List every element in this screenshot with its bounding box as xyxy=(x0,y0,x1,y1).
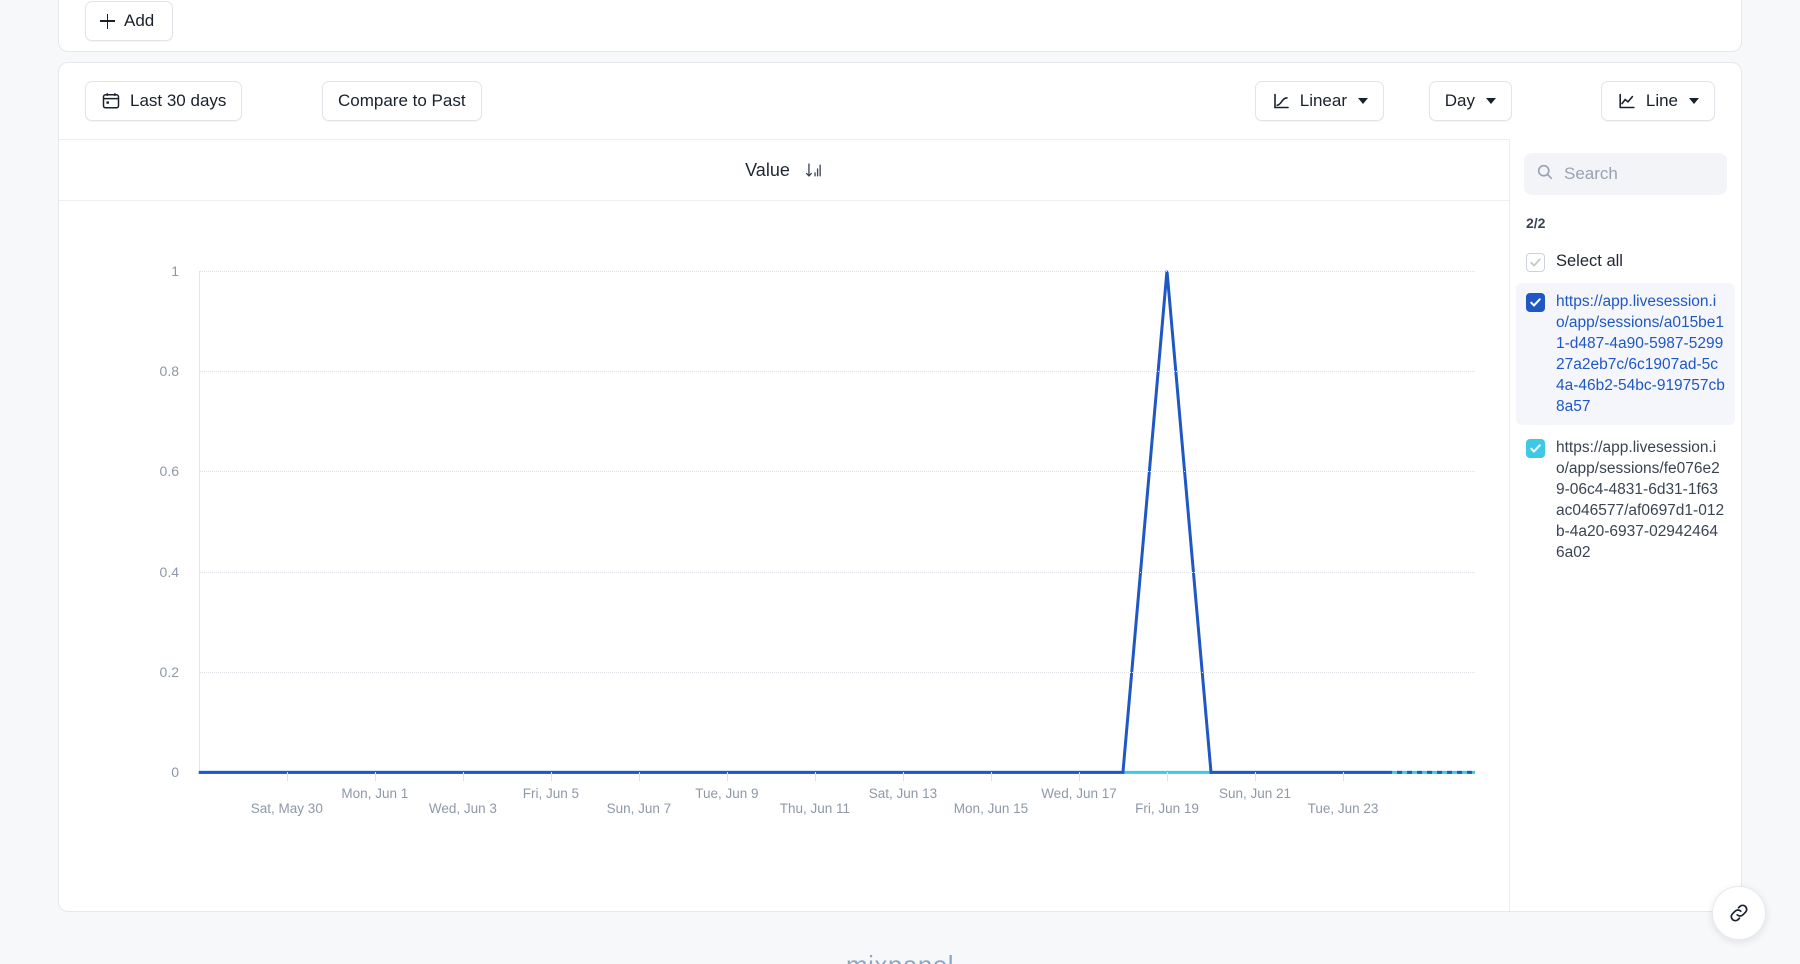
chart-type-label: Line xyxy=(1645,91,1678,110)
x-axis-tick-label: Sun, Jun 7 xyxy=(606,801,672,817)
x-axis-tick-mark xyxy=(1343,772,1345,782)
scale-label: Linear xyxy=(1299,91,1347,110)
legend-item-0[interactable]: https://app.livesession.io/app/sessions/… xyxy=(1516,283,1735,425)
x-axis-tick-mark xyxy=(286,772,288,782)
x-axis-tick-mark xyxy=(990,772,992,782)
scale-dropdown-button[interactable]: Linear xyxy=(1254,81,1384,121)
legend-panel: 2/2 Select all https://app.livesession.i… xyxy=(1509,139,1741,911)
x-axis-tick-mark xyxy=(550,772,552,782)
x-axis-tick-mark xyxy=(1166,772,1168,782)
x-axis-tick-label: Mon, Jun 15 xyxy=(953,801,1029,817)
add-button[interactable]: Add xyxy=(85,1,174,41)
x-axis-tick-mark xyxy=(462,772,464,782)
chart-type-dropdown-button[interactable]: Line xyxy=(1600,81,1715,121)
legend-search-box[interactable] xyxy=(1524,153,1727,195)
x-axis-tick-mark xyxy=(374,772,376,782)
line-chart-icon xyxy=(1617,91,1637,111)
compare-to-past-label: Compare to Past xyxy=(338,91,466,110)
x-axis-tick-mark xyxy=(1078,772,1080,782)
legend-item-1-label: https://app.livesession.io/app/sessions/… xyxy=(1556,439,1725,561)
x-axis-tick-label: Sun, Jun 21 xyxy=(1218,786,1292,802)
top-panel: Add xyxy=(58,0,1742,52)
legend-select-all-row[interactable]: Select all xyxy=(1516,243,1735,280)
axis-scale-icon xyxy=(1271,91,1291,111)
chevron-down-icon xyxy=(1689,98,1699,104)
plus-icon xyxy=(100,13,115,29)
value-header-label: Value xyxy=(745,159,790,180)
chart-card: Last 30 days Compare to Past Linear Day xyxy=(58,62,1742,912)
link-icon xyxy=(1727,901,1751,925)
chart-toolbar: Last 30 days Compare to Past Linear Day xyxy=(59,63,1741,139)
granularity-dropdown-button[interactable]: Day xyxy=(1428,81,1512,121)
add-button-label: Add xyxy=(124,11,155,30)
search-input[interactable] xyxy=(1564,164,1715,184)
chevron-down-icon xyxy=(1486,98,1496,104)
granularity-label: Day xyxy=(1444,91,1475,110)
gridline xyxy=(199,371,1475,373)
copy-link-button[interactable] xyxy=(1712,886,1766,940)
chart-plot-area: 0 0.2 0.4 0.6 0.8 1 Sat, May 30 Mon, Jun 1 Wed,… xyxy=(59,201,1509,911)
watermark: mixpanel xyxy=(0,950,1800,964)
series-line xyxy=(199,271,1387,773)
calendar-icon xyxy=(101,91,121,111)
legend-item-1-checkbox[interactable] xyxy=(1526,439,1545,458)
legend-item-0-checkbox[interactable] xyxy=(1526,293,1545,312)
chevron-down-icon xyxy=(1358,98,1368,104)
x-axis-tick-mark xyxy=(902,772,904,782)
legend-count: 2/2 xyxy=(1526,215,1546,231)
x-axis-tick-mark xyxy=(638,772,640,782)
x-axis-tick-label: Fri, Jun 19 xyxy=(1135,801,1199,817)
legend-item-0-label: https://app.livesession.io/app/sessions/… xyxy=(1556,293,1725,415)
gridline xyxy=(199,270,1475,272)
x-axis-tick-mark xyxy=(814,772,816,782)
sort-descending-icon[interactable] xyxy=(804,161,823,180)
x-axis-tick-mark xyxy=(726,772,728,782)
date-range-button[interactable]: Last 30 days xyxy=(85,81,243,121)
x-axis-tick-label: Sat, May 30 xyxy=(250,801,323,817)
x-axis-tick-label: Tue, Jun 23 xyxy=(1307,801,1379,817)
x-axis-tick-label: Sat, Jun 13 xyxy=(868,786,938,802)
date-range-label: Last 30 days xyxy=(130,91,227,110)
x-axis-tick-label: Fri, Jun 5 xyxy=(522,786,579,802)
gridline xyxy=(199,571,1475,573)
select-all-label: Select all xyxy=(1556,252,1623,270)
legend-item-1[interactable]: https://app.livesession.io/app/sessions/… xyxy=(1516,429,1735,571)
compare-to-past-button[interactable]: Compare to Past xyxy=(322,81,482,121)
x-axis-tick-label: Wed, Jun 17 xyxy=(1041,786,1117,802)
x-axis-tick-label: Tue, Jun 9 xyxy=(695,786,759,802)
gridline xyxy=(199,471,1475,473)
search-icon xyxy=(1536,163,1554,186)
x-axis-tick-mark xyxy=(1255,772,1256,782)
chart-value-header: Value xyxy=(59,139,1509,201)
x-axis-tick-label: Wed, Jun 3 xyxy=(428,801,497,817)
select-all-checkbox[interactable] xyxy=(1526,253,1545,272)
x-axis-tick-label: Thu, Jun 11 xyxy=(779,801,851,817)
x-axis-tick-label: Mon, Jun 1 xyxy=(341,786,409,802)
gridline xyxy=(199,672,1475,674)
